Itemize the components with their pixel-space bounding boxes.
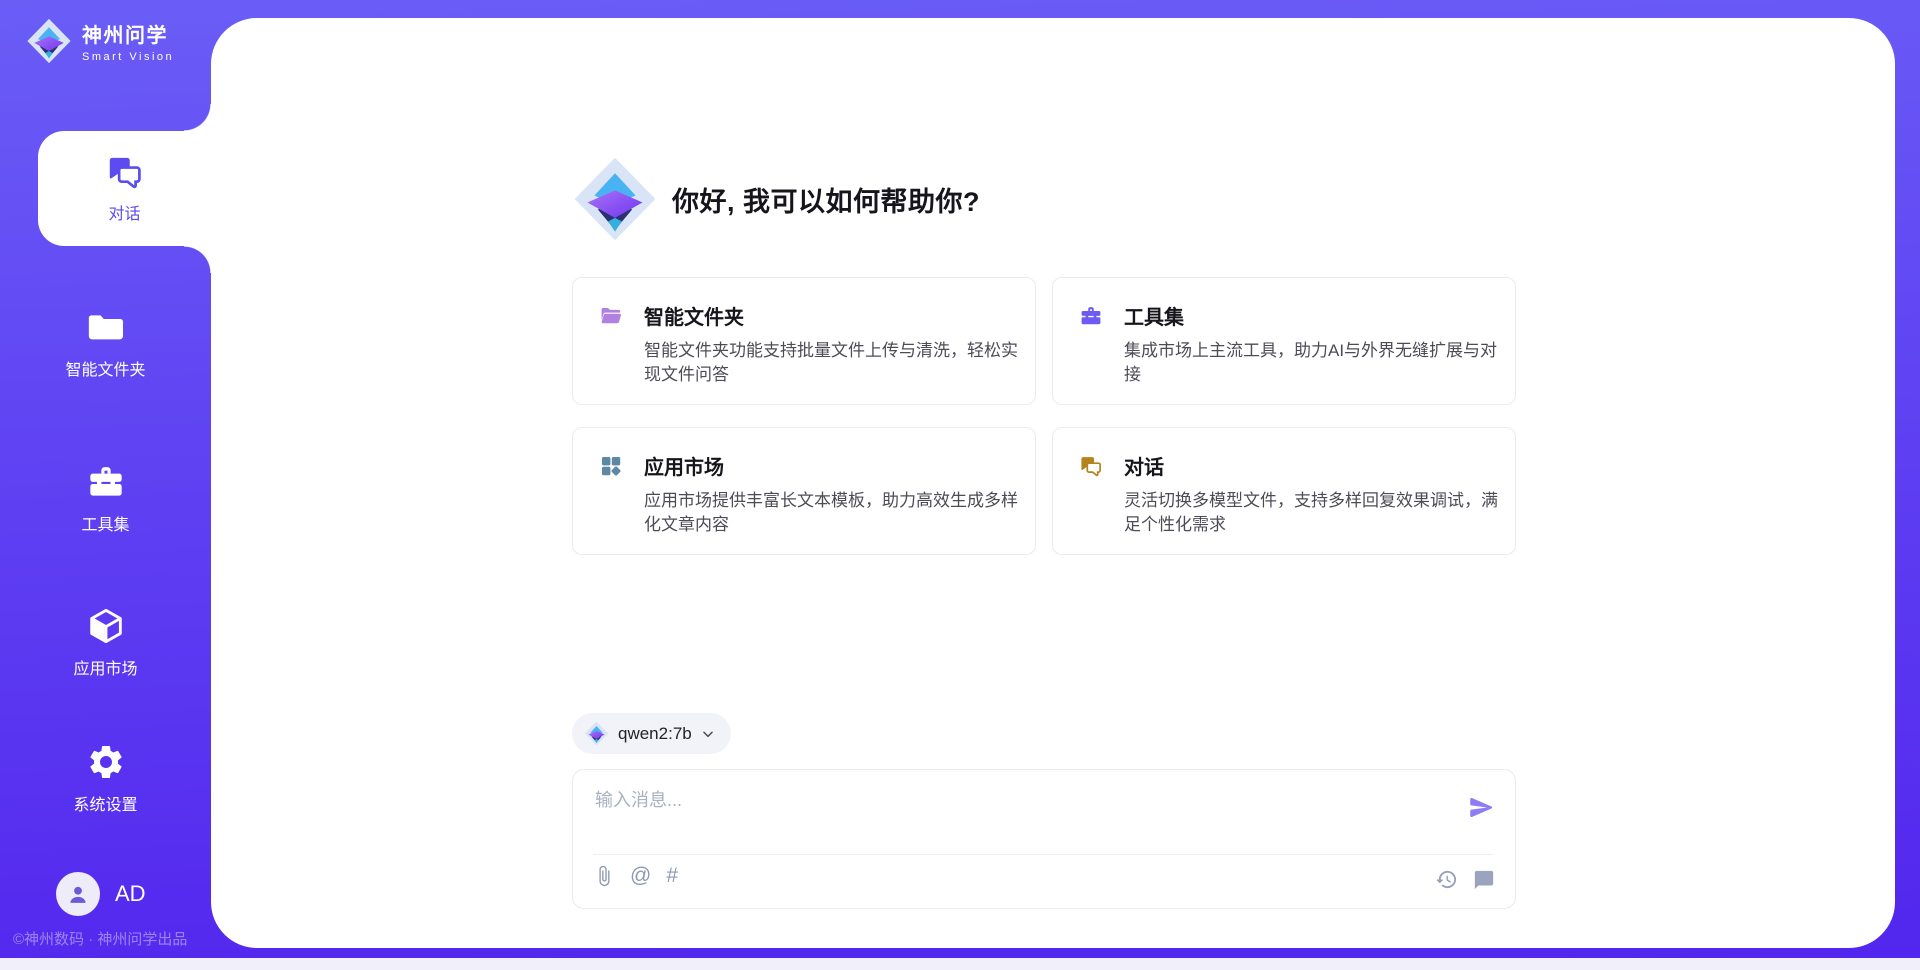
greeting: 你好, 我可以如何帮助你? — [572, 156, 980, 242]
send-icon — [1468, 794, 1495, 821]
sidebar: 神州问学 Smart Vision 对话 智能文件夹 — [0, 0, 211, 958]
main-panel: 你好, 我可以如何帮助你? 智能文件夹 智能文件夹功能支持批量文件上传与清洗，轻… — [211, 18, 1895, 948]
mention-button[interactable]: @ — [630, 865, 651, 887]
app-grid-icon — [599, 454, 623, 478]
briefcase-icon — [1079, 304, 1103, 328]
at-icon: @ — [630, 865, 651, 887]
sidebar-item-app-market[interactable]: 应用市场 — [0, 594, 211, 690]
person-icon — [65, 881, 91, 907]
brand-logo: 神州问学 Smart Vision — [26, 18, 174, 64]
folder-icon — [86, 307, 126, 347]
paperclip-icon — [593, 865, 615, 887]
model-selector[interactable]: qwen2:7b — [572, 713, 731, 754]
app-window: 神州问学 Smart Vision 对话 智能文件夹 — [0, 0, 1920, 970]
chat-bubbles-icon — [1079, 454, 1103, 478]
chat-bubble-icon — [1473, 869, 1495, 891]
folder-open-icon — [599, 304, 623, 328]
message-input[interactable] — [593, 784, 1437, 846]
topic-button[interactable]: # — [666, 865, 678, 887]
message-composer: @ # — [572, 769, 1516, 909]
user-profile[interactable]: AD — [56, 872, 146, 916]
card-description: 集成市场上主流工具，助力AI与外界无缝扩展与对接 — [1124, 339, 1508, 386]
sidebar-item-label: 应用市场 — [73, 655, 137, 679]
attach-file-button[interactable] — [593, 865, 615, 887]
card-chat[interactable]: 对话 灵活切换多模型文件，支持多样回复效果调试，满足个性化需求 — [1052, 427, 1516, 555]
history-icon — [1435, 868, 1458, 891]
hash-icon: # — [666, 865, 678, 887]
sidebar-item-smart-folder[interactable]: 智能文件夹 — [0, 295, 211, 391]
sidebar-item-chat[interactable]: 对话 — [38, 131, 211, 246]
conversation-button[interactable] — [1473, 869, 1495, 891]
avatar — [56, 872, 100, 916]
brand-diamond-icon — [26, 18, 72, 64]
sidebar-item-label: 智能文件夹 — [65, 356, 145, 380]
user-name: AD — [115, 881, 146, 907]
sidebar-item-label: 对话 — [108, 200, 140, 224]
card-title: 工具集 — [1124, 301, 1184, 330]
gear-icon — [86, 742, 126, 782]
sidebar-item-settings[interactable]: 系统设置 — [0, 730, 211, 826]
card-app-market[interactable]: 应用市场 应用市场提供丰富长文本模板，助力高效生成多样化文章内容 — [572, 427, 1036, 555]
card-description: 智能文件夹功能支持批量文件上传与清洗，轻松实现文件问答 — [644, 339, 1028, 386]
model-name: qwen2:7b — [618, 724, 692, 744]
card-title: 对话 — [1124, 451, 1164, 480]
card-description: 灵活切换多模型文件，支持多样回复效果调试，满足个性化需求 — [1124, 489, 1508, 536]
sidebar-item-label: 系统设置 — [73, 791, 137, 815]
greeting-title: 你好, 我可以如何帮助你? — [672, 180, 980, 219]
brand-subtitle: Smart Vision — [82, 51, 174, 63]
card-smart-folder[interactable]: 智能文件夹 智能文件夹功能支持批量文件上传与清洗，轻松实现文件问答 — [572, 277, 1036, 405]
cube-icon — [86, 606, 126, 646]
model-logo-icon — [584, 721, 609, 746]
assistant-logo-icon — [572, 156, 658, 242]
tab-flare-bottom — [184, 246, 211, 273]
card-title: 智能文件夹 — [644, 301, 744, 330]
tab-flare-top — [184, 104, 211, 131]
history-button[interactable] — [1435, 868, 1458, 891]
composer-divider — [593, 854, 1493, 855]
card-toolbox[interactable]: 工具集 集成市场上主流工具，助力AI与外界无缝扩展与对接 — [1052, 277, 1516, 405]
sidebar-item-toolbox[interactable]: 工具集 — [0, 450, 211, 546]
card-description: 应用市场提供丰富长文本模板，助力高效生成多样化文章内容 — [644, 489, 1028, 536]
brand-name: 神州问学 — [82, 19, 174, 48]
card-title: 应用市场 — [644, 451, 724, 480]
send-button[interactable] — [1467, 793, 1495, 821]
toolbox-icon — [86, 462, 126, 502]
chat-bubbles-icon — [106, 153, 144, 191]
feature-cards: 智能文件夹 智能文件夹功能支持批量文件上传与清洗，轻松实现文件问答 — [572, 277, 1516, 555]
chevron-down-icon — [701, 727, 715, 741]
copyright-text: ©神州数码 · 神州问学出品 — [13, 928, 187, 949]
sidebar-item-label: 工具集 — [81, 511, 129, 535]
